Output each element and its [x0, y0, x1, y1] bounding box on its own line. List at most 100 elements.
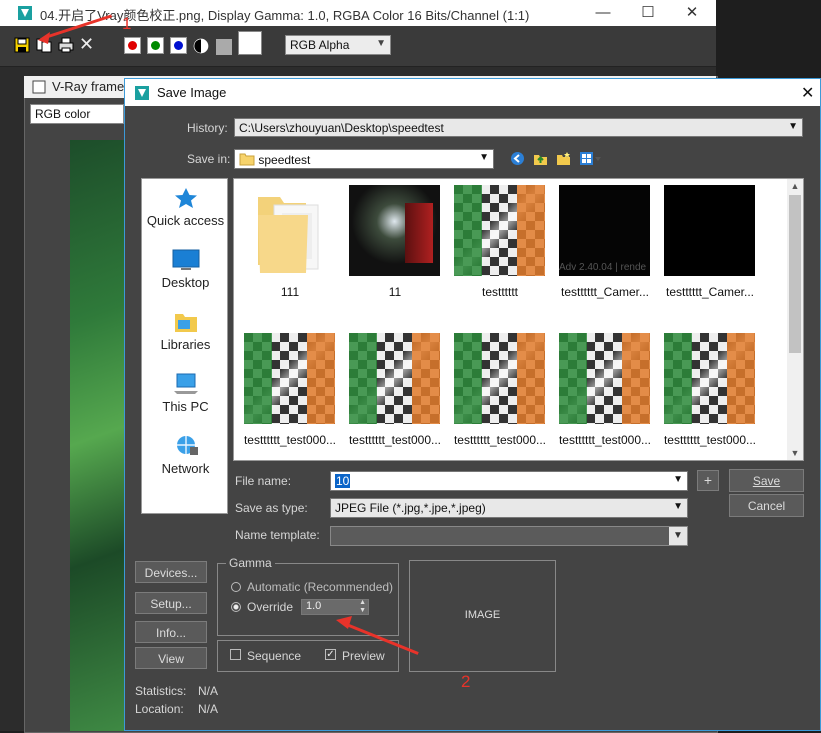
sequence-checkbox[interactable]	[230, 649, 241, 660]
place-libraries[interactable]: Libraries	[142, 311, 229, 352]
up-folder-icon[interactable]	[533, 151, 548, 166]
annotation-arrowhead-2	[336, 616, 352, 629]
network-icon	[176, 436, 198, 455]
file-thumbnail[interactable]	[244, 333, 335, 424]
setup-button[interactable]: Setup...	[135, 592, 207, 614]
scroll-down-icon[interactable]: ▼	[787, 446, 803, 460]
minimize-button[interactable]: —	[583, 3, 623, 23]
back-icon[interactable]	[510, 151, 525, 166]
gamma-override-value: 1.0	[306, 600, 322, 612]
gamma-override-spinner[interactable]: 1.0 ▲ ▼	[301, 599, 369, 615]
channel-select-value: RGB Alpha	[290, 38, 350, 52]
file-thumbnail[interactable]	[559, 333, 650, 424]
folder-icon	[258, 197, 319, 273]
image-preview-placeholder: IMAGE	[464, 609, 501, 621]
chevron-down-icon: ▼	[673, 474, 683, 485]
thumb-red-wall	[405, 203, 433, 263]
thumb-overlay-text: Adv 2.40.04 | rende	[559, 262, 647, 273]
scrollbar-thumb[interactable]	[789, 195, 801, 353]
file-thumbnail[interactable]: Adv 2.40.04 | rende	[559, 185, 650, 276]
gamma-group-label: Gamma	[226, 556, 275, 570]
vray-frame-title: V-Ray frame	[52, 79, 125, 94]
thumb-orange-wall	[412, 333, 440, 424]
file-label: 111	[280, 285, 300, 299]
file-item[interactable]	[244, 185, 335, 276]
file-label: testttttt_Camer...	[665, 285, 755, 299]
preview-label: Preview	[342, 649, 385, 663]
history-value: C:\Users\zhouyuan\Desktop\speedtest	[239, 121, 444, 135]
clear-icon[interactable]: ✕	[79, 34, 94, 55]
place-label: Network	[161, 461, 210, 476]
file-thumbnail[interactable]	[349, 333, 440, 424]
file-thumbnail[interactable]	[664, 185, 755, 276]
add-button[interactable]: +	[697, 470, 719, 491]
thumb-orange-wall	[622, 333, 650, 424]
save-button[interactable]: Save	[729, 469, 804, 492]
file-list-scrollbar[interactable]: ▲ ▼	[787, 179, 803, 460]
scroll-up-icon[interactable]: ▲	[787, 179, 803, 193]
name-template-label: Name template:	[235, 528, 320, 542]
gamma-override-radio[interactable]	[231, 602, 241, 612]
file-name-label: File name:	[235, 474, 292, 488]
thumb-orange-wall	[307, 333, 335, 424]
annotation-marker-2: 2	[461, 672, 471, 691]
chevron-down-icon: ▼	[479, 152, 489, 163]
file-label: testttttt_test000...	[558, 433, 652, 447]
place-this-pc[interactable]: This PC	[142, 373, 229, 414]
thumb-green-wall	[559, 333, 587, 424]
file-thumbnail[interactable]	[454, 185, 545, 276]
place-label: Desktop	[161, 275, 210, 290]
folder-icon	[239, 153, 255, 166]
view-button[interactable]: View	[135, 647, 207, 669]
history-dropdown[interactable]: C:\Users\zhouyuan\Desktop\speedtest ▼	[234, 118, 803, 137]
place-quick-access[interactable]: Quick access	[142, 187, 229, 228]
green-channel-button[interactable]	[147, 37, 164, 54]
info-button[interactable]: Info...	[135, 621, 207, 643]
chevron-down-icon: ▼	[673, 501, 683, 512]
alpha-channel-icon[interactable]	[216, 39, 232, 55]
view-menu-icon[interactable]	[580, 152, 602, 165]
thumb-orange-wall	[727, 333, 755, 424]
vray-channel-select[interactable]: RGB color	[30, 104, 124, 124]
file-thumbnail[interactable]	[664, 333, 755, 424]
file-label: testttttt_test000...	[663, 433, 757, 447]
place-network[interactable]: Network	[142, 435, 229, 476]
file-name-value: 10	[335, 474, 351, 488]
name-template-dropdown[interactable]: ▼	[330, 526, 688, 546]
thumb-green-wall	[349, 333, 377, 424]
libraries-icon	[174, 314, 197, 332]
save-as-type-dropdown[interactable]: JPEG File (*.jpg,*.jpe,*.jpeg) ▼	[330, 498, 688, 518]
place-label: Libraries	[160, 337, 211, 352]
devices-button[interactable]: Devices...	[135, 561, 207, 583]
preview-checkbox[interactable]: ✓	[325, 649, 336, 660]
thumb-green-wall	[454, 185, 482, 276]
new-folder-icon[interactable]	[556, 151, 571, 166]
place-desktop[interactable]: Desktop	[142, 249, 229, 290]
places-bar: Quick access Desktop Libraries This PC N…	[141, 178, 228, 514]
file-thumbnail[interactable]	[454, 333, 545, 424]
3dsmax-logo-icon	[18, 6, 32, 20]
blue-channel-button[interactable]	[170, 37, 187, 54]
file-thumbnail[interactable]	[349, 185, 440, 276]
dialog-close-button[interactable]: ✕	[801, 83, 814, 103]
file-name-input[interactable]: 10 ▼	[330, 471, 688, 491]
save-in-dropdown[interactable]: speedtest ▼	[234, 149, 494, 169]
file-label: testttttt_test000...	[243, 433, 337, 447]
close-window-button[interactable]: ✕	[672, 3, 712, 23]
chevron-down-icon: ▼	[788, 121, 798, 132]
color-swatch[interactable]	[238, 31, 262, 55]
gamma-automatic-radio[interactable]	[231, 582, 241, 592]
file-label: testttttt_test000...	[453, 433, 547, 447]
mono-channel-icon[interactable]	[193, 38, 209, 54]
statistics-label: Statistics:	[135, 684, 187, 698]
chevron-down-icon: ▼	[376, 38, 386, 49]
spinner-arrows-icon[interactable]: ▲ ▼	[359, 600, 366, 614]
chevron-down-icon: ▼	[669, 527, 687, 545]
red-channel-button[interactable]	[124, 37, 141, 54]
maximize-button[interactable]: ☐	[628, 3, 668, 23]
print-image-icon[interactable]	[58, 37, 74, 53]
cancel-button[interactable]: Cancel	[729, 494, 804, 517]
channel-select[interactable]: RGB Alpha ▼	[285, 35, 391, 55]
save-image-icon[interactable]	[14, 37, 30, 53]
thumb-green-wall	[664, 333, 692, 424]
